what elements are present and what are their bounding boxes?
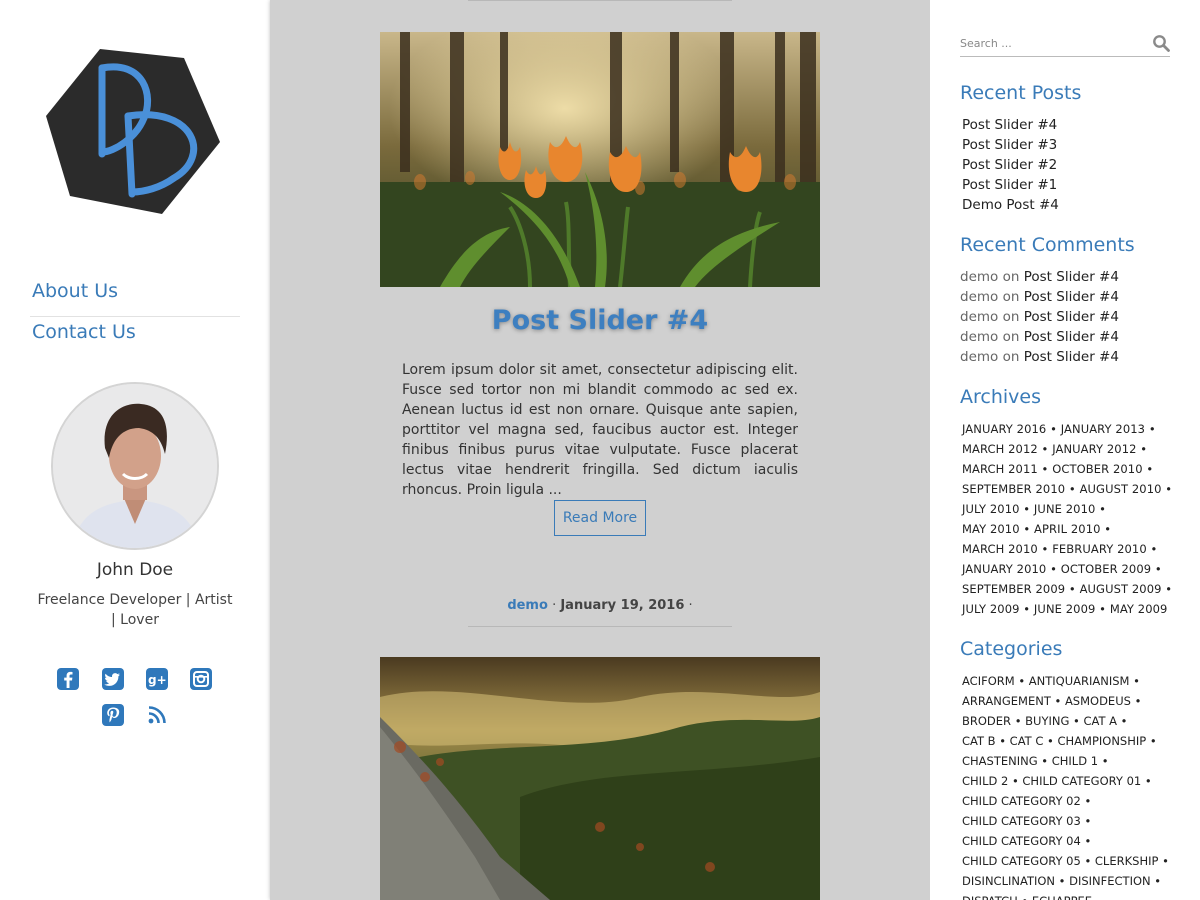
comment-item: demo on Post Slider #4 xyxy=(960,307,1175,327)
archive-links[interactable]: MAY 2010 • APRIL 2010 • xyxy=(962,519,1177,539)
archive-links[interactable]: SEPTEMBER 2009 • AUGUST 2009 • xyxy=(962,579,1177,599)
google-plus-icon[interactable]: g+ xyxy=(146,668,168,690)
left-sidebar: About Us Contact Us John Doe Freelance D… xyxy=(0,0,270,900)
search-icon[interactable] xyxy=(1152,34,1170,52)
archive-links[interactable]: MARCH 2012 • JANUARY 2012 • xyxy=(962,439,1177,459)
archive-links[interactable]: JULY 2009 • JUNE 2009 • MAY 2009 xyxy=(962,599,1177,619)
category-links[interactable]: CAT B • CAT C • CHAMPIONSHIP • xyxy=(962,731,1187,751)
comment-item: demo on Post Slider #4 xyxy=(960,347,1175,367)
comment-on: on xyxy=(1002,349,1020,365)
category-links[interactable]: ARRANGEMENT • ASMODEUS • xyxy=(962,691,1187,711)
comment-author: demo xyxy=(960,269,999,285)
comment-item: demo on Post Slider #4 xyxy=(960,287,1175,307)
archive-links[interactable]: SEPTEMBER 2010 • AUGUST 2010 • xyxy=(962,479,1177,499)
comment-on: on xyxy=(1002,269,1020,285)
post-date: January 19, 2016 xyxy=(560,598,685,613)
post-featured-image[interactable] xyxy=(380,32,820,287)
archive-links[interactable]: JANUARY 2016 • JANUARY 2013 • xyxy=(962,419,1177,439)
category-links[interactable]: ACIFORM • ANTIQUARIANISM • xyxy=(962,671,1187,691)
category-links[interactable]: CHILD CATEGORY 04 • xyxy=(962,831,1187,851)
meta-separator: · xyxy=(552,598,557,613)
twitter-icon[interactable] xyxy=(102,668,124,690)
archive-links[interactable]: JANUARY 2010 • OCTOBER 2009 • xyxy=(962,559,1177,579)
recent-post-link[interactable]: Demo Post #4 xyxy=(962,195,1177,215)
right-sidebar: Recent Posts Post Slider #4 Post Slider … xyxy=(930,0,1200,900)
category-links[interactable]: CHASTENING • CHILD 1 • xyxy=(962,751,1187,771)
main-content: Post Slider #4 Lorem ipsum dolor sit ame… xyxy=(270,0,930,900)
meta-divider xyxy=(468,626,732,627)
category-links[interactable]: DISINCLINATION • DISINFECTION • xyxy=(962,871,1187,891)
comment-item: demo on Post Slider #4 xyxy=(960,327,1175,347)
archive-links[interactable]: MARCH 2010 • FEBRUARY 2010 • xyxy=(962,539,1177,559)
pinterest-icon[interactable] xyxy=(102,704,124,726)
comment-post-link[interactable]: Post Slider #4 xyxy=(1024,269,1119,285)
meta-separator: · xyxy=(688,598,693,613)
recent-post-link[interactable]: Post Slider #4 xyxy=(962,115,1177,135)
comment-post-link[interactable]: Post Slider #4 xyxy=(1024,329,1119,345)
svg-text:g+: g+ xyxy=(148,673,167,687)
archives-title: Archives xyxy=(960,386,1041,408)
comment-on: on xyxy=(1002,329,1020,345)
comment-post-link[interactable]: Post Slider #4 xyxy=(1024,349,1119,365)
main-navigation: About Us Contact Us xyxy=(30,276,240,358)
post-title[interactable]: Post Slider #4 xyxy=(270,305,930,336)
comment-item: demo on Post Slider #4 xyxy=(960,267,1175,287)
category-links[interactable]: DISPATCH • ECHAPPEE xyxy=(962,891,1187,900)
author-bio: Freelance Developer | Artist | Lover xyxy=(37,592,233,628)
search-input[interactable] xyxy=(960,32,1145,54)
recent-posts-title: Recent Posts xyxy=(960,82,1082,104)
comment-author: demo xyxy=(960,309,999,325)
instagram-icon[interactable] xyxy=(190,668,212,690)
recent-post-link[interactable]: Post Slider #3 xyxy=(962,135,1177,155)
comment-author: demo xyxy=(960,289,999,305)
read-more-button[interactable]: Read More xyxy=(554,500,646,536)
category-links[interactable]: CHILD 2 • CHILD CATEGORY 01 • xyxy=(962,771,1187,791)
comment-on: on xyxy=(1002,289,1020,305)
post-excerpt: Lorem ipsum dolor sit amet, consectetur … xyxy=(402,362,798,498)
archive-links[interactable]: MARCH 2011 • OCTOBER 2010 • xyxy=(962,459,1177,479)
recent-posts-list: Post Slider #4 Post Slider #3 Post Slide… xyxy=(962,115,1177,215)
rss-icon[interactable] xyxy=(146,704,168,726)
comment-post-link[interactable]: Post Slider #4 xyxy=(1024,289,1119,305)
comment-post-link[interactable]: Post Slider #4 xyxy=(1024,309,1119,325)
facebook-icon[interactable] xyxy=(57,668,79,690)
categories-title: Categories xyxy=(960,638,1063,660)
category-links[interactable]: BRODER • BUYING • CAT A • xyxy=(962,711,1187,731)
nav-contact-us[interactable]: Contact Us xyxy=(30,317,240,358)
comment-author: demo xyxy=(960,329,999,345)
nav-about-us[interactable]: About Us xyxy=(30,276,240,317)
post-meta: demo · January 19, 2016 · xyxy=(270,598,930,613)
comment-on: on xyxy=(1002,309,1020,325)
search-form xyxy=(960,32,1170,57)
category-links[interactable]: CHILD CATEGORY 03 • xyxy=(962,811,1187,831)
site-logo[interactable] xyxy=(44,46,222,216)
author-name: John Doe xyxy=(96,560,174,580)
category-links[interactable]: CHILD CATEGORY 05 • CLERKSHIP • xyxy=(962,851,1187,871)
author-avatar xyxy=(51,382,219,550)
archive-links[interactable]: JULY 2010 • JUNE 2010 • xyxy=(962,499,1177,519)
recent-post-link[interactable]: Post Slider #1 xyxy=(962,175,1177,195)
post-author-link[interactable]: demo xyxy=(507,598,548,613)
post-featured-image[interactable] xyxy=(380,657,820,900)
category-links[interactable]: CHILD CATEGORY 02 • xyxy=(962,791,1187,811)
recent-comments-title: Recent Comments xyxy=(960,234,1135,256)
meta-divider xyxy=(468,0,732,1)
comment-author: demo xyxy=(960,349,999,365)
recent-post-link[interactable]: Post Slider #2 xyxy=(962,155,1177,175)
